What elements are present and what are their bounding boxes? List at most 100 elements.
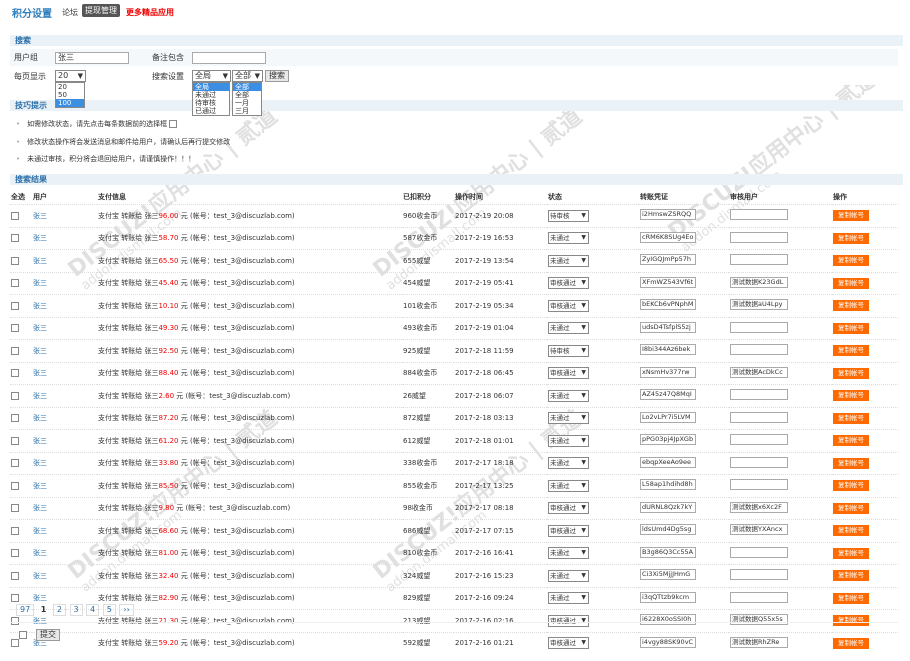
voucher-input[interactable]: udsD4TsfplS5zj	[640, 321, 696, 333]
nav-more-apps-link[interactable]: 更多精品应用	[126, 7, 174, 18]
copy-account-button[interactable]: 复制帐号	[833, 592, 869, 604]
status-select[interactable]: 审核通过 ▼	[548, 299, 589, 312]
row-checkbox[interactable]	[11, 481, 19, 490]
voucher-input[interactable]: i2HmswZSRQQ	[640, 209, 696, 221]
status-select[interactable]: 未通过 ▼	[548, 232, 589, 245]
copy-account-button[interactable]: 复制帐号	[833, 615, 869, 627]
voucher-input[interactable]: xNsmHv377rw	[640, 366, 696, 378]
perpage-option[interactable]: 20	[56, 83, 84, 91]
remark-input[interactable]	[192, 52, 266, 64]
status-option[interactable]: 未通过	[193, 91, 229, 99]
row-checkbox[interactable]	[11, 504, 19, 513]
row-user[interactable]: 张三	[32, 339, 97, 362]
row-checkbox[interactable]	[11, 234, 19, 243]
row-checkbox[interactable]	[11, 414, 19, 423]
row-user[interactable]: 张三	[32, 294, 97, 317]
row-user[interactable]: 张三	[32, 496, 97, 520]
user-link[interactable]: 张三	[33, 572, 47, 580]
user-link[interactable]: 张三	[33, 212, 47, 220]
voucher-input[interactable]: AZ45z47Q8MqI	[640, 389, 696, 401]
status-select[interactable]: 审核通过 ▼	[548, 637, 589, 650]
row-user[interactable]: 张三	[32, 429, 97, 452]
row-user[interactable]: 张三	[32, 519, 97, 542]
time-dropdown[interactable]: 全部 全部 一月 三月	[232, 82, 262, 116]
user-link[interactable]: 张三	[33, 549, 47, 557]
status-select[interactable]: 未通过 ▼	[548, 434, 589, 447]
status-select[interactable]: 未通过 ▼	[548, 412, 589, 425]
row-checkbox[interactable]	[11, 616, 19, 625]
copy-account-button[interactable]: 复制帐号	[833, 457, 869, 469]
auditor-input[interactable]	[730, 456, 788, 468]
user-link[interactable]: 张三	[33, 459, 47, 467]
row-checkbox[interactable]	[11, 211, 19, 220]
user-link[interactable]: 张三	[33, 392, 47, 400]
auditor-input[interactable]	[730, 479, 788, 491]
row-checkbox[interactable]	[11, 571, 19, 580]
auditor-input[interactable]: 测试数据Q55x5s	[730, 614, 788, 626]
copy-account-button[interactable]: 复制帐号	[833, 435, 869, 447]
copy-account-button[interactable]: 复制帐号	[833, 390, 869, 402]
row-checkbox[interactable]	[11, 346, 19, 355]
copy-account-button[interactable]: 复制帐号	[833, 570, 869, 582]
footer-select-checkbox[interactable]	[19, 631, 27, 639]
status-select[interactable]: 未通过 ▼	[548, 592, 589, 605]
copy-account-button[interactable]: 复制帐号	[833, 345, 869, 357]
perpage-option[interactable]: 50	[56, 91, 84, 99]
copy-account-button[interactable]: 复制帐号	[833, 300, 869, 312]
voucher-input[interactable]: i4vgy88SK90vC	[640, 636, 696, 648]
row-checkbox[interactable]	[11, 391, 19, 400]
time-option[interactable]: 全部	[233, 83, 261, 91]
row-checkbox[interactable]	[11, 526, 19, 535]
user-link[interactable]: 张三	[33, 257, 47, 265]
user-link[interactable]: 张三	[33, 504, 47, 512]
user-link[interactable]: 张三	[33, 414, 47, 422]
user-link[interactable]: 张三	[33, 527, 47, 535]
row-checkbox[interactable]	[11, 324, 19, 333]
auditor-input[interactable]	[730, 344, 788, 356]
auditor-input[interactable]	[730, 209, 788, 221]
row-checkbox[interactable]	[11, 639, 19, 648]
status-select[interactable]: 审核通过 ▼	[548, 502, 589, 515]
status-filter-select[interactable]: 全局 ▼	[192, 70, 231, 82]
row-user[interactable]: 张三	[32, 271, 97, 295]
row-user[interactable]: 张三	[32, 541, 97, 565]
pager-next-link[interactable]: ››	[119, 604, 134, 616]
user-link[interactable]: 张三	[33, 347, 47, 355]
nav-withdraw-tab[interactable]: 提现管理	[82, 4, 120, 17]
copy-account-button[interactable]: 复制帐号	[833, 412, 869, 424]
copy-account-button[interactable]: 复制帐号	[833, 637, 869, 649]
user-link[interactable]: 张三	[33, 302, 47, 310]
auditor-input[interactable]	[730, 434, 788, 446]
status-option[interactable]: 待审核	[193, 99, 229, 107]
submit-button[interactable]: 提交	[36, 629, 60, 641]
perpage-select[interactable]: 20 ▼	[55, 70, 86, 82]
copy-account-button[interactable]: 复制帐号	[833, 367, 869, 379]
status-select[interactable]: 未通过 ▼	[548, 389, 589, 402]
auditor-input[interactable]	[730, 546, 788, 558]
copy-account-button[interactable]: 复制帐号	[833, 322, 869, 334]
username-input[interactable]: 张三	[55, 52, 129, 64]
status-select[interactable]: 未通过 ▼	[548, 547, 589, 560]
perpage-option[interactable]: 100	[56, 99, 84, 107]
user-link[interactable]: 张三	[33, 279, 47, 287]
status-select[interactable]: 审核通过 ▼	[548, 277, 589, 290]
time-option[interactable]: 一月	[233, 99, 261, 107]
pager-page-link[interactable]: 5	[102, 604, 116, 616]
status-select[interactable]: 未通过 ▼	[548, 322, 589, 335]
auditor-input[interactable]: 测试数据K23GdL	[730, 276, 788, 288]
row-checkbox[interactable]	[11, 436, 19, 445]
pager-page-link[interactable]: 2	[52, 604, 66, 616]
auditor-input[interactable]	[730, 569, 788, 581]
voucher-input[interactable]: XFmWZ543Vf6t	[640, 276, 696, 288]
voucher-input[interactable]: pPG03pj4JpXGb	[640, 434, 696, 446]
row-checkbox[interactable]	[11, 369, 19, 378]
copy-account-button[interactable]: 复制帐号	[833, 277, 869, 289]
row-user[interactable]: 张三	[32, 564, 97, 587]
auditor-input[interactable]: 测试数据YXAncx	[730, 524, 788, 536]
copy-account-button[interactable]: 复制帐号	[833, 525, 869, 537]
voucher-input[interactable]: dURNL8Qzk7kY	[640, 501, 696, 513]
user-link[interactable]: 张三	[33, 437, 47, 445]
copy-account-button[interactable]: 复制帐号	[833, 210, 869, 222]
status-select[interactable]: 未通过 ▼	[548, 254, 589, 267]
user-link[interactable]: 张三	[33, 324, 47, 332]
